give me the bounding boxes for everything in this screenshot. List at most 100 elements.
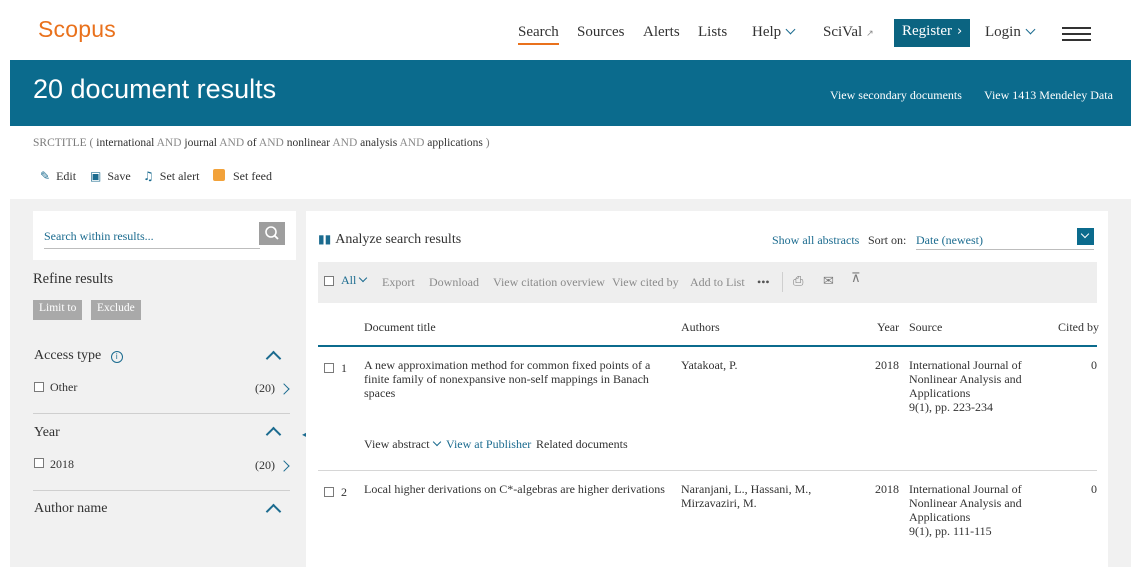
- facet-item-count: (20): [255, 458, 275, 472]
- nav-login[interactable]: Login: [985, 24, 1036, 41]
- set-alert-label: Set alert: [159, 169, 200, 183]
- print-icon[interactable]: ⎙: [793, 274, 803, 289]
- select-all-dropdown[interactable]: All: [341, 273, 368, 288]
- limit-to-button[interactable]: Limit to: [33, 300, 83, 320]
- chevron-right-icon: ›: [957, 24, 963, 39]
- refine-sidebar: Refine results Limit to Exclude Access t…: [33, 260, 296, 567]
- save-query-button[interactable]: ▣ Save: [90, 169, 131, 184]
- related-documents-link[interactable]: Related documents: [536, 437, 628, 452]
- sort-select[interactable]: Date (newest): [916, 228, 1094, 250]
- sort-value: Date (newest): [916, 233, 983, 247]
- source-detail: 9(1), pp. 223-234: [909, 400, 993, 414]
- search-within-input[interactable]: [44, 224, 260, 249]
- select-all-checkbox[interactable]: [324, 276, 334, 286]
- create-bibliography-icon[interactable]: ⊼: [851, 271, 861, 286]
- email-icon[interactable]: ✉: [823, 274, 834, 289]
- bell-icon: ♫: [143, 169, 154, 183]
- info-icon[interactable]: i: [110, 351, 123, 363]
- row-number: 2: [341, 485, 347, 499]
- search-button[interactable]: [259, 222, 285, 245]
- view-secondary-documents-link[interactable]: View secondary documents: [830, 88, 962, 103]
- results-panel: ▮▮ Analyze search results Show all abstra…: [306, 211, 1108, 567]
- chevron-right-icon[interactable]: [278, 383, 290, 395]
- nav-scival[interactable]: SciVal ↗: [823, 24, 874, 41]
- chevron-up-icon[interactable]: [265, 503, 282, 520]
- document-title-link[interactable]: Local higher derivations on C*-algebras …: [364, 482, 669, 496]
- chevron-up-icon[interactable]: [265, 350, 282, 367]
- set-alert-button[interactable]: ♫ Set alert: [143, 169, 199, 184]
- row-divider: [318, 470, 1097, 471]
- register-button[interactable]: Register ›: [894, 19, 970, 47]
- facet-item-label: 2018: [50, 457, 74, 471]
- register-label: Register: [902, 23, 952, 39]
- nav-help[interactable]: Help: [752, 24, 796, 41]
- view-at-publisher-link[interactable]: View at Publisher: [446, 437, 531, 452]
- view-mendeley-data-link[interactable]: View 1413 Mendeley Data: [984, 88, 1113, 103]
- external-link-icon: ↗: [866, 29, 874, 39]
- rss-icon: [213, 169, 225, 181]
- column-document-title[interactable]: Document title: [364, 320, 436, 335]
- header-divider: [318, 345, 1097, 347]
- column-cited-by[interactable]: Cited by: [1058, 320, 1099, 335]
- show-all-abstracts-link[interactable]: Show all abstracts: [772, 233, 859, 248]
- facet-author-name-title[interactable]: Author name: [34, 501, 107, 517]
- document-authors[interactable]: Naranjani, L., Hassani, M., Mirzavaziri,…: [681, 482, 866, 510]
- more-options-button[interactable]: •••: [757, 275, 770, 290]
- analyze-search-results-link[interactable]: ▮▮ Analyze search results: [318, 232, 461, 248]
- download-button[interactable]: Download: [429, 275, 479, 290]
- scopus-logo[interactable]: Scopus: [38, 16, 116, 43]
- checkbox-access-other[interactable]: [34, 382, 44, 392]
- chevron-down-icon: [432, 437, 441, 447]
- query-operator: AND: [258, 137, 284, 149]
- exclude-button[interactable]: Exclude: [91, 300, 141, 320]
- column-authors[interactable]: Authors: [681, 320, 720, 335]
- cited-by-count[interactable]: 0: [1066, 482, 1097, 497]
- divider: [33, 413, 290, 414]
- row-checkbox[interactable]: [324, 363, 334, 373]
- export-button[interactable]: Export: [382, 275, 415, 290]
- document-year: 2018: [875, 358, 899, 372]
- facet-item-count: (20): [255, 381, 275, 395]
- checkbox-year-2018[interactable]: [34, 458, 44, 468]
- facet-title-label: Access type: [34, 348, 102, 363]
- row-checkbox[interactable]: [324, 487, 334, 497]
- facet-access-type-title[interactable]: Access type i: [34, 348, 123, 364]
- document-authors[interactable]: Yatakoat, P.: [681, 358, 866, 372]
- edit-query-button[interactable]: ✎ Edit: [40, 169, 76, 184]
- search-icon: [265, 226, 279, 240]
- query-operator: AND: [332, 137, 358, 149]
- add-to-list-button[interactable]: Add to List: [690, 275, 745, 290]
- chevron-down-icon[interactable]: [1077, 228, 1094, 245]
- set-feed-label: Set feed: [233, 169, 272, 183]
- chevron-right-icon[interactable]: [278, 460, 290, 472]
- row-number: 1: [341, 361, 347, 375]
- view-abstract-toggle[interactable]: View abstract: [364, 437, 441, 452]
- facet-year-title[interactable]: Year: [34, 425, 60, 441]
- query-term: international: [96, 137, 155, 149]
- nav-sources[interactable]: Sources: [577, 24, 625, 41]
- query-term: nonlinear: [286, 137, 331, 149]
- results-toolbar: All Export Download View citation overvi…: [318, 262, 1097, 303]
- column-year[interactable]: Year: [877, 320, 899, 335]
- document-title-link[interactable]: A new approximation method for common fi…: [364, 358, 669, 400]
- source-title-link[interactable]: International Journal of Nonlinear Analy…: [909, 358, 1034, 400]
- chevron-up-icon[interactable]: [265, 426, 282, 443]
- nav-lists[interactable]: Lists: [698, 24, 727, 41]
- nav-alerts[interactable]: Alerts: [643, 24, 680, 41]
- chevron-down-icon: [785, 24, 796, 35]
- query-operator: AND: [156, 137, 182, 149]
- view-cited-by-button[interactable]: View cited by: [612, 275, 679, 290]
- chevron-down-icon: [359, 273, 368, 283]
- nav-scival-label: SciVal: [823, 24, 863, 40]
- source-title-link[interactable]: International Journal of Nonlinear Analy…: [909, 482, 1034, 524]
- query-term: journal: [184, 137, 217, 149]
- nav-search[interactable]: Search: [518, 24, 559, 45]
- menu-icon[interactable]: [1062, 27, 1091, 41]
- cited-by-count[interactable]: 0: [1066, 358, 1097, 373]
- all-label: All: [341, 273, 357, 287]
- set-feed-button[interactable]: Set feed: [213, 169, 272, 184]
- view-citation-overview-button[interactable]: View citation overview: [493, 275, 605, 290]
- column-source[interactable]: Source: [909, 320, 942, 335]
- bar-chart-icon: ▮▮: [318, 232, 332, 246]
- top-navigation: Scopus Search Sources Alerts Lists Help …: [0, 0, 1134, 60]
